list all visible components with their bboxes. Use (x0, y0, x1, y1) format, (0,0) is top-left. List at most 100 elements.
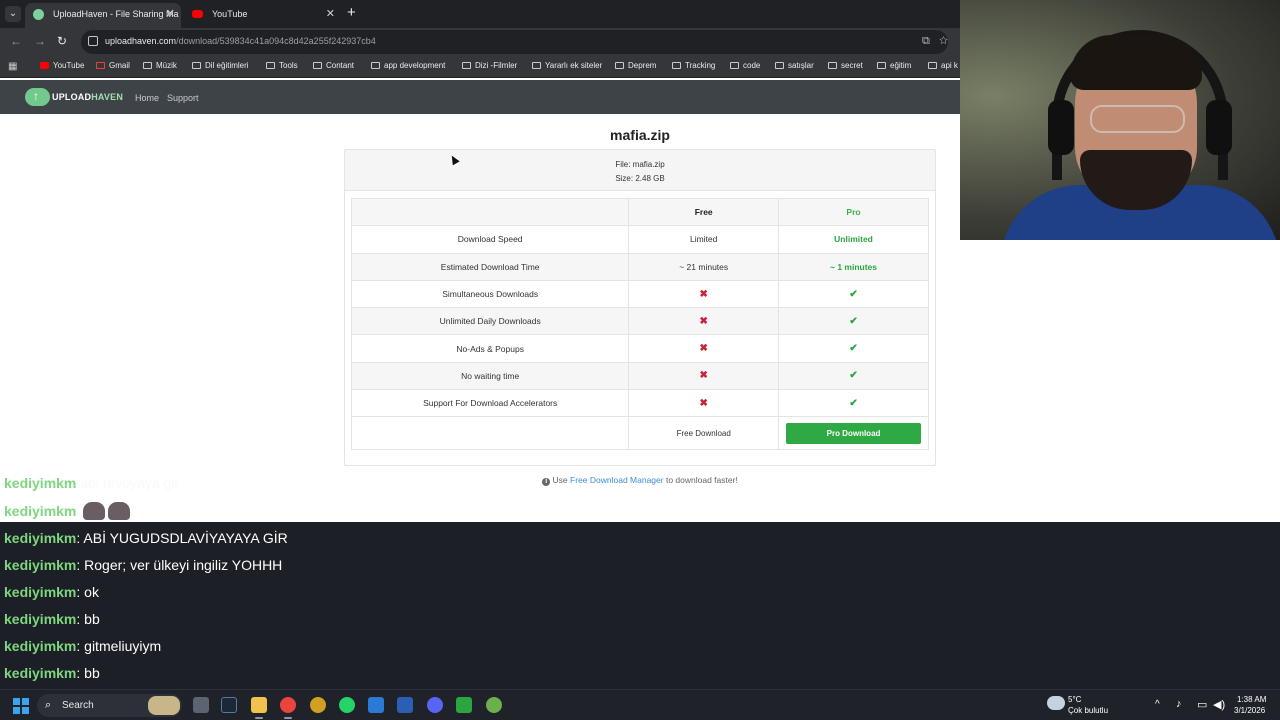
bookmark-youtube[interactable]: YouTube (40, 61, 84, 70)
word-icon[interactable] (397, 697, 413, 713)
chat-message: kediyimkm: bb (4, 665, 100, 681)
whatsapp-icon[interactable] (339, 697, 355, 713)
weather-text[interactable]: Çok bulutlu (1068, 706, 1108, 715)
cross-icon: ✖ (699, 343, 708, 355)
bookmark-folder[interactable]: Yararlı ek siteler (532, 61, 602, 70)
table-cell (350, 416, 630, 451)
folder-icon (877, 62, 886, 69)
bookmark-gmail[interactable]: Gmail (96, 61, 130, 70)
chat-message: kediyimkm: Roger; ver ülkeyi ingiliz YOH… (4, 557, 283, 573)
bookmark-folder[interactable]: Dil eğitimleri (192, 61, 249, 70)
folder-icon (672, 62, 681, 69)
chrome-icon[interactable] (280, 697, 296, 719)
close-tab-icon[interactable]: ✕ (166, 3, 175, 25)
search-icon: ⌕ (45, 699, 52, 711)
translate-icon[interactable]: ⧉ (922, 35, 930, 47)
bookmark-star-icon[interactable]: ☆ (939, 35, 948, 47)
bookmark-label: satışlar (788, 61, 814, 70)
reload-icon[interactable]: ↻ (57, 34, 67, 48)
bookmark-folder[interactable]: Tools (266, 61, 298, 70)
check-icon: ✔ (849, 343, 858, 355)
app-icon[interactable] (456, 697, 472, 713)
tab-uploadhaven[interactable]: UploadHaven - File Sharing Ma ✕ (25, 3, 181, 28)
bookmark-folder[interactable]: eğitim (877, 61, 911, 70)
app-icon[interactable] (310, 697, 326, 713)
steam-icon[interactable] (221, 697, 237, 713)
table-row: Support For Download Accelerators ✖ ✔ (350, 389, 929, 418)
app-icon[interactable] (486, 697, 502, 713)
table-row: Unlimited Daily Downloads ✖ ✔ (350, 307, 929, 336)
youtube-favicon (192, 10, 203, 18)
bookmark-folder[interactable]: api k (928, 61, 958, 70)
pro-value-cell: ~ 1 minutes (778, 252, 929, 281)
tray-chevron-up-icon[interactable]: ^ (1155, 699, 1160, 710)
download-panel: File: mafia.zip Size: 2.48 GB Free Pro D… (344, 149, 936, 466)
table-cell: Pro Download (778, 416, 929, 451)
file-explorer-icon[interactable] (251, 697, 267, 719)
taskbar-search[interactable]: ⌕ Search (37, 694, 182, 717)
feature-cell: Estimated Download Time (350, 252, 630, 281)
plan-comparison-table: Free Pro Download Speed Limited Unlimite… (350, 197, 929, 451)
chat-text: ABİ YUGUDSDLAVİYAYAYA GİR (83, 530, 288, 546)
microphone-icon[interactable]: ♪ (1176, 698, 1182, 710)
task-view-icon[interactable] (193, 697, 209, 713)
folder-icon (775, 62, 784, 69)
bookmark-folder[interactable]: Deprem (615, 61, 656, 70)
url-host: uploadhaven.com (105, 36, 177, 46)
apps-grid-icon[interactable]: ▦ (8, 61, 19, 72)
clock-date[interactable]: 3/1/2026 (1234, 706, 1265, 715)
file-info: File: mafia.zip Size: 2.48 GB (345, 150, 935, 191)
search-highlight-image (148, 696, 180, 715)
bookmark-folder[interactable]: Müzik (143, 61, 177, 70)
bookmark-label: Tracking (685, 61, 716, 70)
weather-cloud-icon[interactable] (1047, 696, 1065, 710)
bookmark-folder[interactable]: Tracking (672, 61, 715, 70)
bookmark-label: Müzik (156, 61, 177, 70)
address-bar[interactable]: uploadhaven.com/download/539834c41a094c8… (81, 30, 948, 54)
tab-search-button[interactable]: ⌄ (5, 6, 21, 22)
close-tab-icon[interactable]: ✕ (326, 3, 335, 25)
youtube-icon (40, 62, 49, 69)
bookmark-label: Dizi -Filmler (475, 61, 518, 70)
browser-tab-bar: ⌄ UploadHaven - File Sharing Ma ✕ YouTub… (0, 0, 960, 28)
tab-youtube[interactable]: YouTube ✕ (184, 3, 341, 28)
vscode-icon[interactable] (368, 697, 384, 713)
bookmark-label: api k (941, 61, 958, 70)
clock-time[interactable]: 1:38 AM (1237, 695, 1266, 704)
weather-temp[interactable]: 5°C (1068, 695, 1081, 704)
bookmark-label: Deprem (628, 61, 657, 70)
chat-username: kediyimkm (4, 530, 77, 546)
nav-support-link[interactable]: Support (167, 93, 199, 103)
windows-start-icon[interactable] (13, 698, 29, 714)
folder-icon (615, 62, 624, 69)
table-row: No-Ads & Popups ✖ ✔ (350, 334, 929, 363)
pro-download-button[interactable]: Pro Download (786, 422, 922, 444)
back-arrow-icon[interactable]: ← (10, 34, 22, 48)
feature-cell: No waiting time (350, 361, 630, 391)
emote-icon (83, 502, 106, 520)
uploadhaven-logo[interactable]: UPLOADHAVEN (25, 87, 123, 107)
bookmark-folder[interactable]: app development (371, 61, 445, 70)
free-value-cell: ~ 21 minutes (628, 252, 780, 281)
free-download-button[interactable]: Free Download (677, 429, 731, 438)
network-icon[interactable]: ▭ (1197, 698, 1207, 711)
folder-icon (266, 62, 275, 69)
cross-icon: ✖ (699, 370, 708, 382)
bookmark-folder[interactable]: Contant (313, 61, 354, 70)
nav-home-link[interactable]: Home (135, 93, 159, 103)
volume-icon[interactable]: ◀) (1213, 698, 1225, 711)
forward-arrow-icon[interactable]: → (34, 34, 46, 48)
check-icon: ✔ (849, 397, 858, 409)
new-tab-button[interactable]: + (347, 4, 356, 21)
pro-value-cell: ✔ (778, 389, 929, 418)
bookmark-folder[interactable]: code (730, 61, 760, 70)
bookmark-folder[interactable]: satışlar (775, 61, 814, 70)
free-value-cell: ✖ (628, 389, 780, 418)
bookmark-folder[interactable]: Dizi -Filmler (462, 61, 517, 70)
chat-username: kediyimkm (4, 638, 77, 654)
site-info-icon[interactable] (88, 36, 98, 46)
discord-icon[interactable] (427, 697, 443, 713)
bookmark-label: eğitim (890, 61, 912, 70)
bookmark-folder[interactable]: secret (828, 61, 863, 70)
bookmark-label: YouTube (53, 61, 85, 70)
